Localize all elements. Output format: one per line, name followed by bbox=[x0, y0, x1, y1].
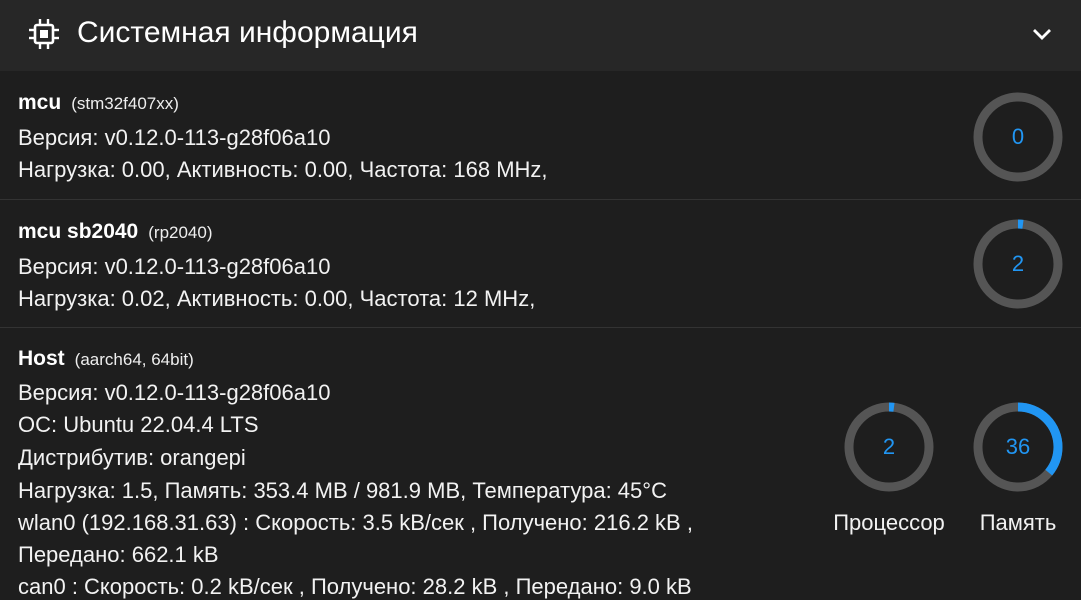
mcu-chip: (stm32f407xx) bbox=[71, 94, 179, 113]
chevron-down-icon[interactable] bbox=[1028, 22, 1056, 46]
gauge-value: 2 bbox=[1011, 251, 1025, 276]
mcu-stats: Нагрузка: 0.02, Активность: 0.00, Частот… bbox=[18, 286, 536, 311]
mcu-load-gauge: 2 bbox=[972, 218, 1064, 310]
gauge-value: 36 bbox=[1005, 434, 1031, 459]
gauge-value: 2 bbox=[882, 434, 896, 459]
system-info-panel: Системная информация mcu (stm32f407xx) Ве… bbox=[0, 0, 1081, 600]
mcu-stats: Нагрузка: 0.00, Активность: 0.00, Частот… bbox=[18, 157, 548, 182]
mcu-load-gauge: 0 bbox=[972, 91, 1064, 183]
host-row: Host (aarch64, 64bit) Версия: v0.12.0-113… bbox=[0, 328, 1081, 600]
cpu-gauge: 2 bbox=[843, 401, 935, 493]
host-version: Версия: v0.12.0-113-g28f06a10 bbox=[18, 380, 331, 405]
memory-gauge-label: Память bbox=[979, 510, 1057, 535]
panel-header[interactable]: Системная информация bbox=[0, 0, 1081, 71]
gauge-value: 0 bbox=[1011, 124, 1025, 149]
host-wlan-sent: Передано: 662.1 kB bbox=[18, 542, 219, 567]
mcu-row: mcu (stm32f407xx) Версия: v0.12.0-113-g28… bbox=[0, 71, 1081, 200]
host-arch: (aarch64, 64bit) bbox=[74, 350, 194, 369]
host-name-text: Host bbox=[18, 347, 65, 370]
mcu-name: mcu sb2040 (rp2040) bbox=[18, 220, 213, 244]
host-os: ОС: Ubuntu 22.04.4 LTS bbox=[18, 412, 259, 437]
host-can0: can0 : Скорость: 0.2 kB/сек , Получено: … bbox=[18, 574, 692, 599]
panel-title: Системная информация bbox=[77, 16, 418, 49]
mcu-name: mcu (stm32f407xx) bbox=[18, 91, 179, 115]
host-wlan: wlan0 (192.168.31.63) : Скорость: 3.5 kB… bbox=[18, 510, 693, 535]
host-load: Нагрузка: 1.5, Память: 353.4 MB / 981.9 … bbox=[18, 478, 667, 503]
mcu-chip: (rp2040) bbox=[148, 223, 213, 242]
host-distro: Дистрибутив: orangepi bbox=[18, 445, 246, 470]
host-name: Host (aarch64, 64bit) bbox=[18, 347, 194, 371]
mcu-version: Версия: v0.12.0-113-g28f06a10 bbox=[18, 125, 331, 150]
mcu-name-text: mcu bbox=[18, 91, 62, 114]
memory-gauge: 36 bbox=[972, 401, 1064, 493]
mcu-version: Версия: v0.12.0-113-g28f06a10 bbox=[18, 254, 331, 279]
cpu-gauge-label: Процессор bbox=[833, 510, 945, 535]
mcu-name-text: mcu sb2040 bbox=[18, 220, 139, 243]
mcu-row: mcu sb2040 (rp2040) Версия: v0.12.0-113-g… bbox=[0, 200, 1081, 328]
cpu-chip-icon bbox=[29, 19, 59, 49]
